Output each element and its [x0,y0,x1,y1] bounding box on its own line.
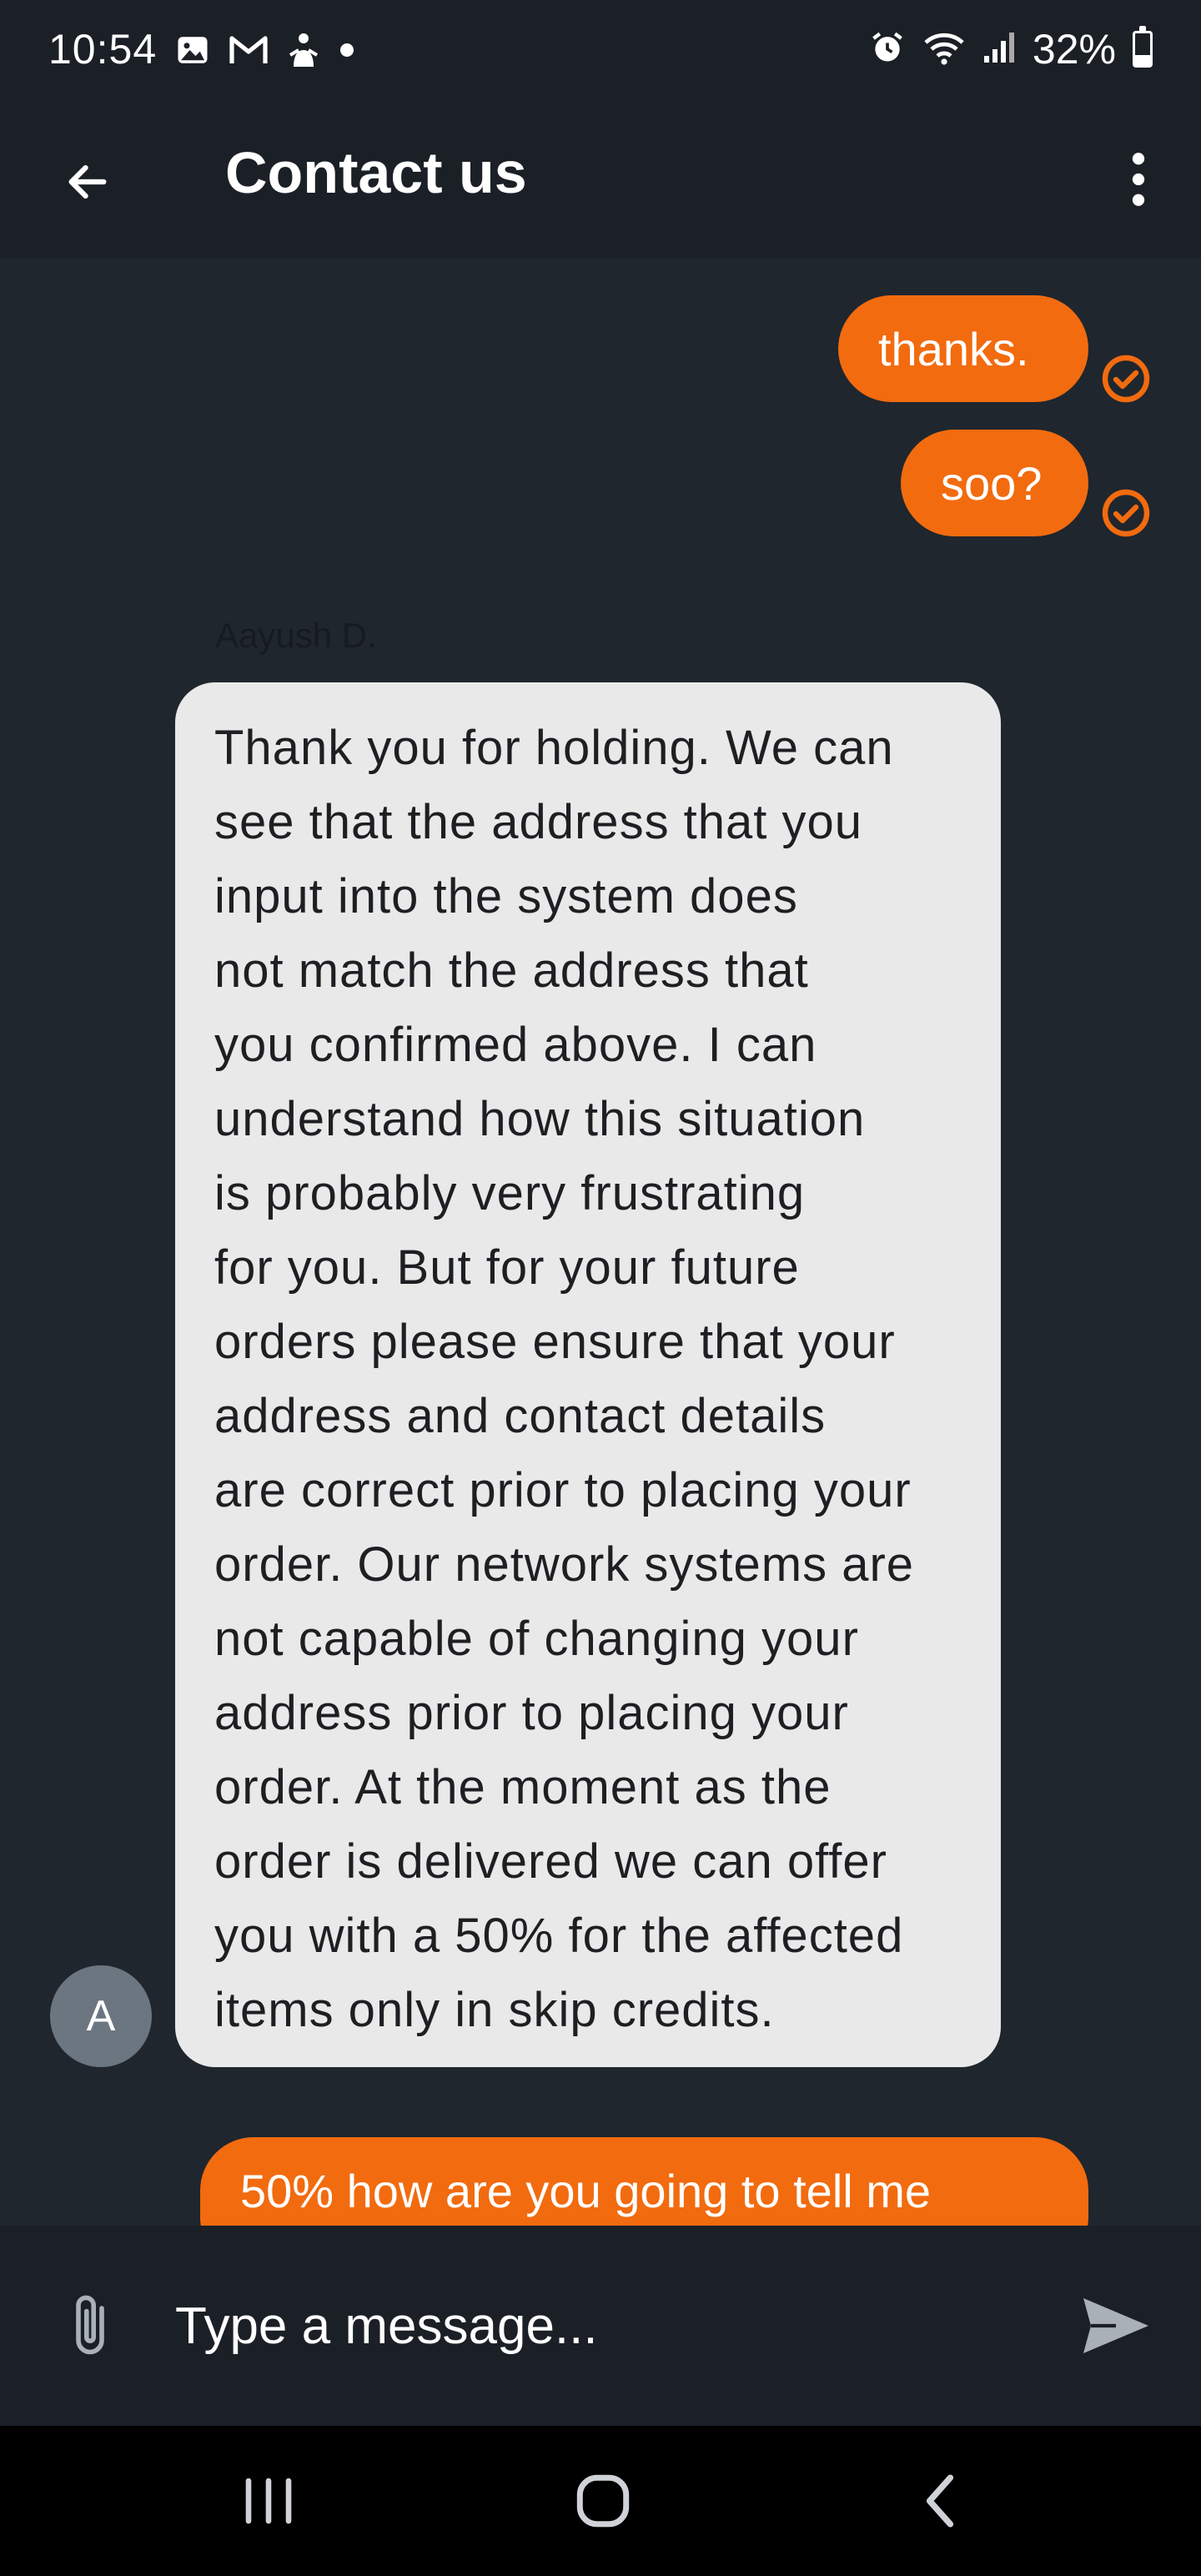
message-line: Thank you for holding. We can [214,721,894,775]
message-line: not match the address that [214,943,809,998]
more-vert-icon [1132,153,1145,206]
incoming-message[interactable]: Thank you for holding. We can see that t… [175,682,1001,2067]
status-time: 10:54 [48,26,158,73]
recents-button[interactable] [223,2459,314,2543]
message-line: is probably very frustrating [214,1166,806,1220]
back-chevron-icon [926,2474,954,2528]
system-back-button[interactable] [894,2459,986,2543]
message-line: order. Our network systems are [214,1537,915,1592]
sender-name: Aayush D. [215,616,377,655]
home-button[interactable] [557,2459,649,2543]
message-text: soo? [941,456,1043,510]
more-options-button[interactable] [1101,142,1176,217]
message-line: order. At the moment as the [214,1760,832,1814]
battery-percentage: 32% [1032,26,1116,73]
avatar[interactable]: A [50,1965,152,2067]
message-line: items only in skip credits. [214,1983,775,2037]
send-icon [1083,2298,1148,2353]
avatar-initial: A [86,1992,116,2040]
paperclip-icon [76,2295,104,2355]
message-line: orders please ensure that your [214,1315,896,1369]
message-line: input into the system does [214,869,798,923]
page-title: Contact us [225,140,527,205]
arrow-left-icon [68,164,107,199]
message-line: not capable of changing your [214,1612,859,1666]
attach-button[interactable] [57,2284,123,2367]
gallery-icon [175,33,210,72]
home-icon [576,2474,630,2528]
status-system-icons: 32% [869,25,1153,73]
status-notification-icons [175,32,355,73]
message-line: address and contact details [214,1389,827,1443]
read-check-icon [1102,489,1150,537]
message-line: order is delivered we can offer [214,1834,887,1889]
message-line: you with a 50% for the affected [214,1909,904,1963]
recents-icon [245,2478,292,2524]
back-button[interactable] [50,144,125,219]
outgoing-message[interactable]: thanks. [838,295,1088,402]
message-line: for you. But for your future [214,1240,800,1295]
app-bar: Contact us [0,104,1201,259]
outgoing-message[interactable]: soo? [901,430,1088,536]
gmail-icon [229,33,269,71]
message-text: thanks. [878,322,1029,375]
status-bar: 10:54 32% [0,0,1201,104]
alarm-icon [869,29,906,70]
screen: 10:54 32% Contact us thanks. soo? Aayush… [0,0,1201,2576]
battery-icon [1133,26,1153,68]
read-check-icon [1102,355,1150,403]
message-list[interactable]: thanks. soo? Aayush D. Thank you for hol… [0,259,1201,2226]
message-line: address prior to placing your [214,1686,849,1740]
message-input[interactable] [175,2276,1009,2376]
message-line: understand how this situation [214,1092,866,1146]
notification-app-icon [287,32,320,73]
signal-icon [982,31,1016,68]
dot-icon [339,42,355,63]
system-navigation-bar [0,2426,1201,2576]
send-button[interactable] [1074,2284,1158,2367]
message-composer [0,2226,1201,2426]
message-line: you confirmed above. I can [214,1018,817,1072]
message-text: 50% how are you going to tell me [240,2165,932,2217]
message-line: are correct prior to placing your [214,1463,912,1517]
outgoing-message[interactable]: 50% how are you going to tell me [200,2137,1088,2226]
wifi-icon [922,29,966,70]
message-line: see that the address that you [214,795,863,849]
